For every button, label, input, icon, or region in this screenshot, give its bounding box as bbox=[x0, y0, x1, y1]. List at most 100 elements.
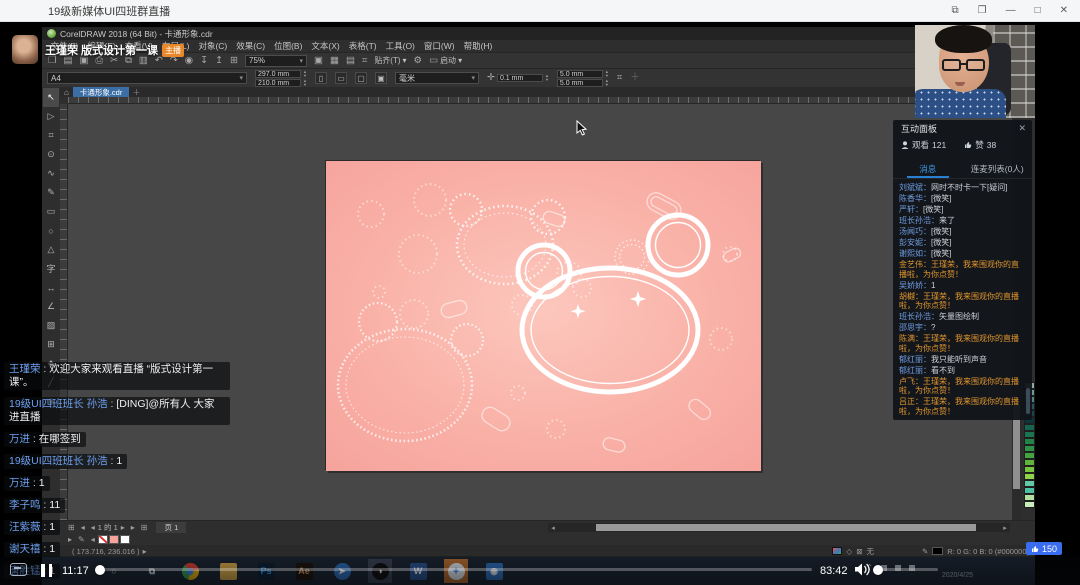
color-swatch[interactable] bbox=[1024, 424, 1035, 431]
launch-button[interactable]: ▭ 启动▾ bbox=[429, 55, 462, 66]
units-combo[interactable]: 毫米▾ bbox=[395, 72, 479, 84]
portrait-button[interactable]: ▯ bbox=[315, 72, 327, 84]
scroll-left-icon[interactable]: ◂ bbox=[548, 524, 558, 532]
landscape-button[interactable]: ▭ bbox=[335, 72, 347, 84]
page-width-input[interactable]: 297.0 mm bbox=[255, 70, 301, 78]
shape-tool[interactable]: ▷ bbox=[43, 107, 59, 126]
color-swatch[interactable] bbox=[1024, 473, 1035, 480]
color-swatch[interactable] bbox=[1024, 466, 1035, 473]
progress-knob[interactable] bbox=[95, 565, 105, 575]
app-launcher-icon[interactable]: ⊞ bbox=[230, 56, 238, 66]
duplicate-y-input[interactable]: 5.0 mm bbox=[557, 79, 603, 87]
duplicate-x-input[interactable]: 5.0 mm bbox=[557, 70, 603, 78]
export-icon[interactable]: ↥ bbox=[215, 56, 223, 66]
artistic-media-tool[interactable]: ✎ bbox=[43, 183, 59, 202]
current-page-button[interactable]: ▣ bbox=[375, 72, 387, 84]
menu-item[interactable]: 效果(C) bbox=[232, 40, 270, 52]
welcome-screen-icon[interactable]: ◉ bbox=[185, 56, 193, 66]
panel-message: 班长孙浩来了 bbox=[899, 216, 1026, 226]
ellipse-tool[interactable]: ○ bbox=[43, 221, 59, 240]
spinner-icon[interactable]: ▲▼ bbox=[605, 79, 609, 87]
page-canvas[interactable] bbox=[325, 160, 760, 470]
color-swatch[interactable] bbox=[1024, 445, 1035, 452]
volume-icon[interactable] bbox=[854, 562, 870, 582]
spinner-icon[interactable]: ▲▼ bbox=[605, 70, 609, 78]
color-swatch[interactable] bbox=[1024, 431, 1035, 438]
panel-message: 吕正王瑾荣，我来围观你的直播啦，为你点赞！ bbox=[899, 397, 1026, 416]
horizontal-ruler[interactable] bbox=[68, 97, 1012, 104]
minimize-button[interactable]: — bbox=[1006, 5, 1016, 16]
treat-as-filled-icon[interactable]: ⌗ bbox=[617, 73, 622, 83]
close-button[interactable]: ✕ bbox=[1060, 5, 1068, 16]
spinner-icon[interactable]: ▲▼ bbox=[545, 74, 549, 82]
volume-knob[interactable] bbox=[873, 565, 883, 575]
nudge-input[interactable]: 0.1 mm bbox=[497, 74, 543, 82]
scrollbar-thumb[interactable] bbox=[596, 524, 976, 531]
menu-item[interactable]: 表格(T) bbox=[344, 40, 381, 52]
mesh-fill-tool[interactable]: ⊞ bbox=[43, 335, 59, 354]
message-list[interactable]: 刘斌斌网时不时卡一下[疑问] 陈香华[微笑] 严轩[微笑] 班长孙浩来了 汤闻巧… bbox=[899, 183, 1026, 416]
color-swatch[interactable] bbox=[1024, 494, 1035, 501]
pip-button[interactable]: ⧉ bbox=[951, 5, 958, 16]
scroll-right-icon[interactable]: ▸ bbox=[1000, 524, 1010, 532]
options-gear-icon[interactable]: ⚙ bbox=[414, 56, 423, 66]
chat-sender: 万进 bbox=[9, 433, 39, 445]
menu-item[interactable]: 文本(X) bbox=[307, 40, 344, 52]
home-icon[interactable]: ⌂ bbox=[64, 88, 69, 97]
pick-tool[interactable]: ↖ bbox=[43, 88, 59, 107]
page-height-input[interactable]: 210.0 mm bbox=[255, 79, 301, 87]
panel-scrollbar[interactable] bbox=[1026, 388, 1030, 414]
import-icon[interactable]: ↧ bbox=[200, 56, 208, 66]
zoom-level-combo[interactable]: 75%▾ bbox=[245, 55, 307, 67]
menu-item[interactable]: 窗口(W) bbox=[419, 40, 459, 52]
color-swatch[interactable] bbox=[1024, 480, 1035, 487]
color-swatch[interactable] bbox=[1024, 452, 1035, 459]
freehand-tool[interactable]: ∿ bbox=[43, 164, 59, 183]
tab-messages[interactable]: 消息 bbox=[893, 160, 963, 178]
show-rulers-icon[interactable]: ▦ bbox=[330, 56, 339, 66]
color-swatch[interactable] bbox=[1024, 438, 1035, 445]
rectangle-tool[interactable]: ▭ bbox=[43, 202, 59, 221]
crop-tool[interactable]: ⌗ bbox=[43, 126, 59, 145]
all-pages-button[interactable]: ▢ bbox=[355, 72, 367, 84]
maximize-button[interactable]: □ bbox=[1035, 5, 1041, 16]
add-icon[interactable]: ＋ bbox=[630, 73, 640, 83]
chat-message: 谢天禧1 bbox=[4, 542, 60, 557]
streamer-avatar[interactable] bbox=[12, 35, 38, 64]
new-tab-icon[interactable]: ＋ bbox=[132, 87, 140, 98]
menu-item[interactable]: 帮助(H) bbox=[459, 40, 497, 52]
notes-icon[interactable] bbox=[10, 563, 27, 576]
chat-message: 万进1 bbox=[4, 476, 50, 491]
horizontal-scrollbar[interactable]: ◂ ▸ bbox=[548, 523, 1010, 532]
pause-button[interactable] bbox=[41, 564, 54, 577]
show-grid-icon[interactable]: ▤ bbox=[346, 56, 355, 66]
spinner-icon[interactable]: ▲▼ bbox=[303, 70, 307, 78]
page-size-combo[interactable]: A4▾ bbox=[47, 72, 247, 84]
menu-item[interactable]: 位图(B) bbox=[270, 40, 307, 52]
close-icon[interactable]: ✕ bbox=[1018, 123, 1026, 134]
chevron-down-icon: ▾ bbox=[458, 56, 462, 65]
spinner-icon[interactable]: ▲▼ bbox=[303, 79, 307, 87]
progress-bar[interactable] bbox=[100, 568, 812, 571]
viewer-count: 观看 121 bbox=[901, 139, 946, 151]
menu-item[interactable]: 对象(C) bbox=[194, 40, 232, 52]
menu-item[interactable]: 工具(O) bbox=[381, 40, 419, 52]
show-guidelines-icon[interactable]: ⌗ bbox=[362, 56, 367, 66]
snap-to-button[interactable]: 贴齐(T)▾ bbox=[374, 55, 406, 66]
text-tool[interactable]: 字 bbox=[43, 259, 59, 278]
new-window-button[interactable]: ❐ bbox=[978, 5, 987, 16]
color-swatch[interactable] bbox=[1024, 459, 1035, 466]
connector-tool[interactable]: ∠ bbox=[43, 297, 59, 316]
polygon-tool[interactable]: △ bbox=[43, 240, 59, 259]
document-tab[interactable]: 卡通形象.cdr bbox=[73, 87, 130, 97]
tab-mic-list[interactable]: 连麦列表(0人) bbox=[963, 160, 1033, 178]
coreldraw-titlebar: CorelDRAW 2018 (64 Bit) - 卡通形象.cdr bbox=[42, 27, 1035, 40]
fullscreen-preview-icon[interactable]: ▣ bbox=[314, 56, 323, 66]
volume-slider[interactable] bbox=[878, 568, 938, 571]
color-swatch[interactable] bbox=[1024, 501, 1035, 508]
zoom-tool[interactable]: ⊙ bbox=[43, 145, 59, 164]
app-titlebar: 19级新媒体UI四班群直播 ⧉ ❐ — □ ✕ bbox=[0, 0, 1080, 22]
transparency-tool[interactable]: ▨ bbox=[43, 316, 59, 335]
color-swatch[interactable] bbox=[1024, 487, 1035, 494]
dimension-tool[interactable]: ↔ bbox=[43, 278, 59, 297]
